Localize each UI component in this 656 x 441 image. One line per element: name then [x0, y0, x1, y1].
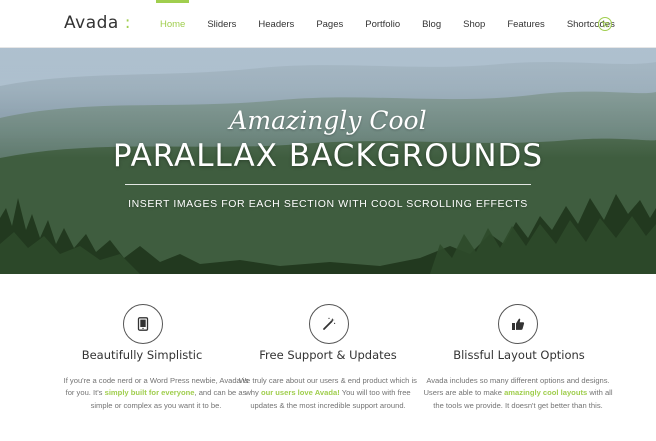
feature-title: Blissful Layout Options: [453, 348, 585, 362]
hero-subtitle: Amazingly Cool: [229, 106, 427, 135]
hero-title: PARALLAX BACKGROUNDS: [112, 138, 544, 174]
magic-wand-icon: [309, 304, 349, 344]
nav-item-home[interactable]: Home: [155, 0, 190, 48]
highlight-link[interactable]: our users love Avada!: [261, 388, 340, 397]
feature-text-segment: with all: [587, 388, 613, 398]
feature-text-line: Users are able to make amazingly cool la…: [402, 387, 634, 399]
feature-text-segment: for you. It's: [65, 388, 105, 398]
nav-item-shop[interactable]: Shop: [463, 0, 485, 48]
nav-item-sliders[interactable]: Sliders: [207, 0, 236, 48]
nav-item-pages[interactable]: Pages: [316, 0, 343, 48]
nav-item-portfolio[interactable]: Portfolio: [365, 0, 400, 48]
logo-accent: :: [118, 13, 131, 33]
feature-text-segment: the tools we provide. It doesn't get bet…: [433, 400, 603, 410]
tablet-icon: [123, 304, 163, 344]
thumbs-up-icon: [498, 304, 538, 344]
logo[interactable]: Avada :: [64, 13, 131, 33]
feature-text-segment: updates & the most incredible support ar…: [250, 400, 406, 410]
features-section: Beautifully Simplistic If you're a code …: [0, 274, 656, 441]
feature-text: Avada includes so many different options…: [402, 375, 634, 412]
feature-text-segment: Avada includes so many different options…: [426, 376, 610, 385]
feature-text-segment: Users are able to make: [423, 388, 505, 398]
highlight-link[interactable]: simply built for everyone: [105, 388, 195, 397]
feature-text-segment: You will too with free: [339, 388, 411, 398]
nav-item-blog[interactable]: Blog: [422, 0, 441, 48]
cart-icon[interactable]: [598, 17, 612, 31]
main-nav: Home Sliders Headers Pages Portfolio Blog Shop…: [155, 0, 637, 48]
parallax-hero: Amazingly Cool PARALLAX BACKGROUNDS INSE…: [0, 48, 656, 274]
hero-tagline: INSERT IMAGES FOR EACH SECTION WITH COOL…: [128, 198, 528, 210]
nav-item-features[interactable]: Features: [507, 0, 545, 48]
feature-title: Free Support & Updates: [259, 348, 397, 362]
feature-text-line: Avada includes so many different options…: [402, 375, 634, 387]
feature-text-segment: why: [245, 388, 261, 398]
nav-item-headers[interactable]: Headers: [258, 0, 294, 48]
logo-text: Avada: [64, 13, 119, 33]
highlight-link[interactable]: amazingly cool layouts: [504, 388, 587, 397]
hero-divider: [125, 184, 531, 185]
site-header: Avada : Home Sliders Headers Pages Portfolio…: [0, 0, 656, 48]
feature-text-segment: We truly care about our users & end prod…: [239, 376, 417, 385]
feature-text-line: the tools we provide. It doesn't get bet…: [402, 400, 634, 412]
feature-text-segment: simple or complex as you want it to be.: [90, 400, 222, 410]
feature-title: Beautifully Simplistic: [81, 348, 203, 362]
